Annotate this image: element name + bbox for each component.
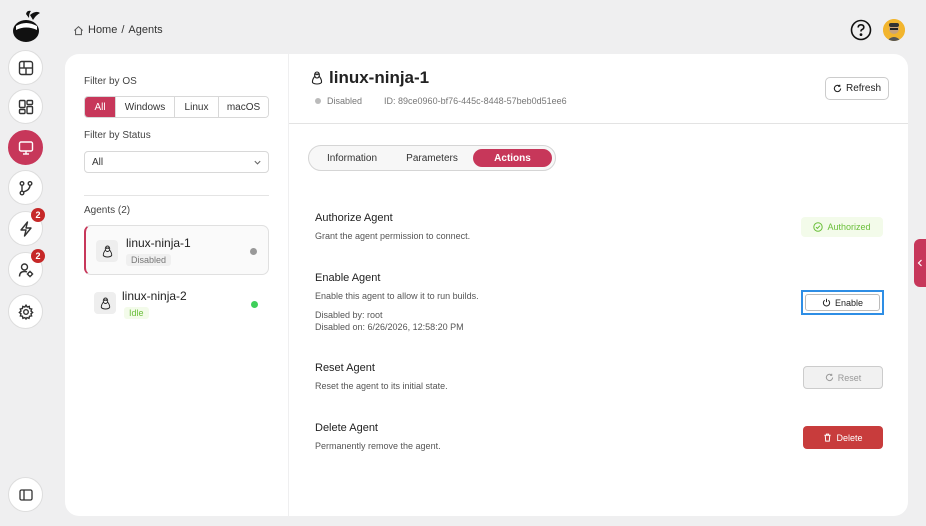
agent-id: ID: 89ce0960-bf76-445c-8448-57beb0d51ee6 xyxy=(384,96,567,106)
os-filter-macos[interactable]: macOS xyxy=(219,97,268,117)
lightning-icon xyxy=(18,220,34,237)
breadcrumb-current: Agents xyxy=(128,24,163,36)
rail-branches-button[interactable] xyxy=(8,170,43,205)
git-branch-icon xyxy=(18,180,34,196)
refresh-label: Refresh xyxy=(845,83,881,94)
breadcrumb-home-link[interactable]: Home xyxy=(88,24,117,36)
rail-collapse-button[interactable] xyxy=(8,477,43,512)
delete-button[interactable]: Delete xyxy=(803,426,883,449)
user-settings-icon xyxy=(18,262,34,278)
divider xyxy=(84,195,269,196)
agent-meta: Disabled ID: 89ce0960-bf76-445c-8448-57b… xyxy=(315,96,567,106)
os-filter-linux[interactable]: Linux xyxy=(175,97,219,117)
delete-desc: Permanently remove the agent. xyxy=(315,441,441,451)
page-title: linux-ninja-1 xyxy=(311,68,429,88)
help-icon xyxy=(850,19,872,41)
agent-detail-panel: linux-ninja-1 Disabled ID: 89ce0960-bf76… xyxy=(289,54,908,516)
breadcrumb-separator: / xyxy=(121,24,125,36)
status-badge: Disabled xyxy=(126,254,172,266)
rail-agents-button[interactable] xyxy=(8,130,43,165)
monitor-icon xyxy=(18,140,34,156)
sidebar-toggle-icon xyxy=(18,488,33,502)
delete-title: Delete Agent xyxy=(315,422,378,434)
enable-button[interactable]: Enable xyxy=(801,290,884,315)
status-filter-select[interactable]: All xyxy=(84,151,269,173)
button-frame xyxy=(805,294,880,311)
reset-label: Reset xyxy=(837,372,862,383)
reset-button[interactable]: Reset xyxy=(803,366,883,389)
rail-events-button[interactable]: 2 xyxy=(8,208,45,246)
reset-desc: Reset the agent to its initial state. xyxy=(315,381,448,391)
refresh-button[interactable]: Refresh xyxy=(825,77,889,100)
status-dot xyxy=(250,248,257,255)
status-badge: Idle xyxy=(124,307,149,319)
enable-title: Enable Agent xyxy=(315,272,381,284)
agent-status-text: Disabled xyxy=(327,96,363,106)
delete-label: Delete xyxy=(836,432,863,443)
drawer-toggle-button[interactable] xyxy=(914,239,926,287)
authorized-label: Authorized xyxy=(827,222,871,232)
linux-icon xyxy=(311,71,323,85)
refresh-icon xyxy=(825,373,834,382)
agents-heading: Agents (2) xyxy=(84,205,131,216)
disabled-by: Disabled by: root xyxy=(315,310,383,320)
trash-icon xyxy=(823,433,832,442)
disabled-on: Disabled on: 6/26/2026, 12:58:20 PM xyxy=(315,322,464,332)
os-filter: All Windows Linux macOS xyxy=(84,96,269,118)
os-filter-windows[interactable]: Windows xyxy=(116,97,175,117)
avatar[interactable] xyxy=(883,19,905,41)
users-badge: 2 xyxy=(31,249,45,263)
status-dot xyxy=(251,301,258,308)
rail-dashboard-button[interactable] xyxy=(8,50,43,85)
divider xyxy=(289,123,908,124)
rail-grid-button[interactable] xyxy=(8,89,43,124)
enable-desc: Enable this agent to allow it to run bui… xyxy=(315,291,479,301)
events-badge: 2 xyxy=(31,208,45,222)
agent-name: linux-ninja-1 xyxy=(126,236,191,250)
breadcrumb: Home / Agents xyxy=(73,24,163,36)
tab-parameters[interactable]: Parameters xyxy=(395,149,469,167)
authorized-badge: Authorized xyxy=(801,217,883,237)
gear-icon xyxy=(17,303,34,320)
authorize-desc: Grant the agent permission to connect. xyxy=(315,231,471,241)
agents-panel: Filter by OS All Windows Linux macOS Fil… xyxy=(65,54,288,516)
agent-title: linux-ninja-1 xyxy=(329,68,430,87)
rail-settings-button[interactable] xyxy=(8,294,43,329)
layout-icon xyxy=(18,60,34,76)
refresh-icon xyxy=(833,84,842,93)
os-filter-all[interactable]: All xyxy=(85,97,116,117)
detail-tabs: Information Parameters Actions xyxy=(308,145,556,171)
status-filter-label: Filter by Status xyxy=(84,130,151,141)
chevron-down-icon xyxy=(253,158,262,167)
reset-title: Reset Agent xyxy=(315,362,375,374)
grid-icon xyxy=(18,99,34,115)
check-circle-icon xyxy=(813,222,824,232)
tab-information[interactable]: Information xyxy=(315,149,389,167)
status-filter-value: All xyxy=(92,156,104,168)
agent-name: linux-ninja-2 xyxy=(122,289,187,303)
status-dot xyxy=(315,98,321,104)
agent-list-item[interactable]: linux-ninja-1 Disabled xyxy=(84,225,269,275)
app-logo-icon[interactable] xyxy=(10,9,42,43)
chevron-left-icon xyxy=(917,259,923,267)
agent-list-item[interactable]: linux-ninja-2 Idle xyxy=(84,280,269,330)
rail-users-button[interactable]: 2 xyxy=(8,249,45,287)
tab-actions[interactable]: Actions xyxy=(473,149,552,167)
linux-icon xyxy=(94,292,116,314)
help-button[interactable] xyxy=(850,19,872,41)
os-filter-label: Filter by OS xyxy=(84,76,137,87)
nav-rail: 2 2 xyxy=(0,0,52,526)
authorize-title: Authorize Agent xyxy=(315,212,393,224)
home-icon[interactable] xyxy=(73,25,84,36)
linux-icon xyxy=(96,240,118,262)
